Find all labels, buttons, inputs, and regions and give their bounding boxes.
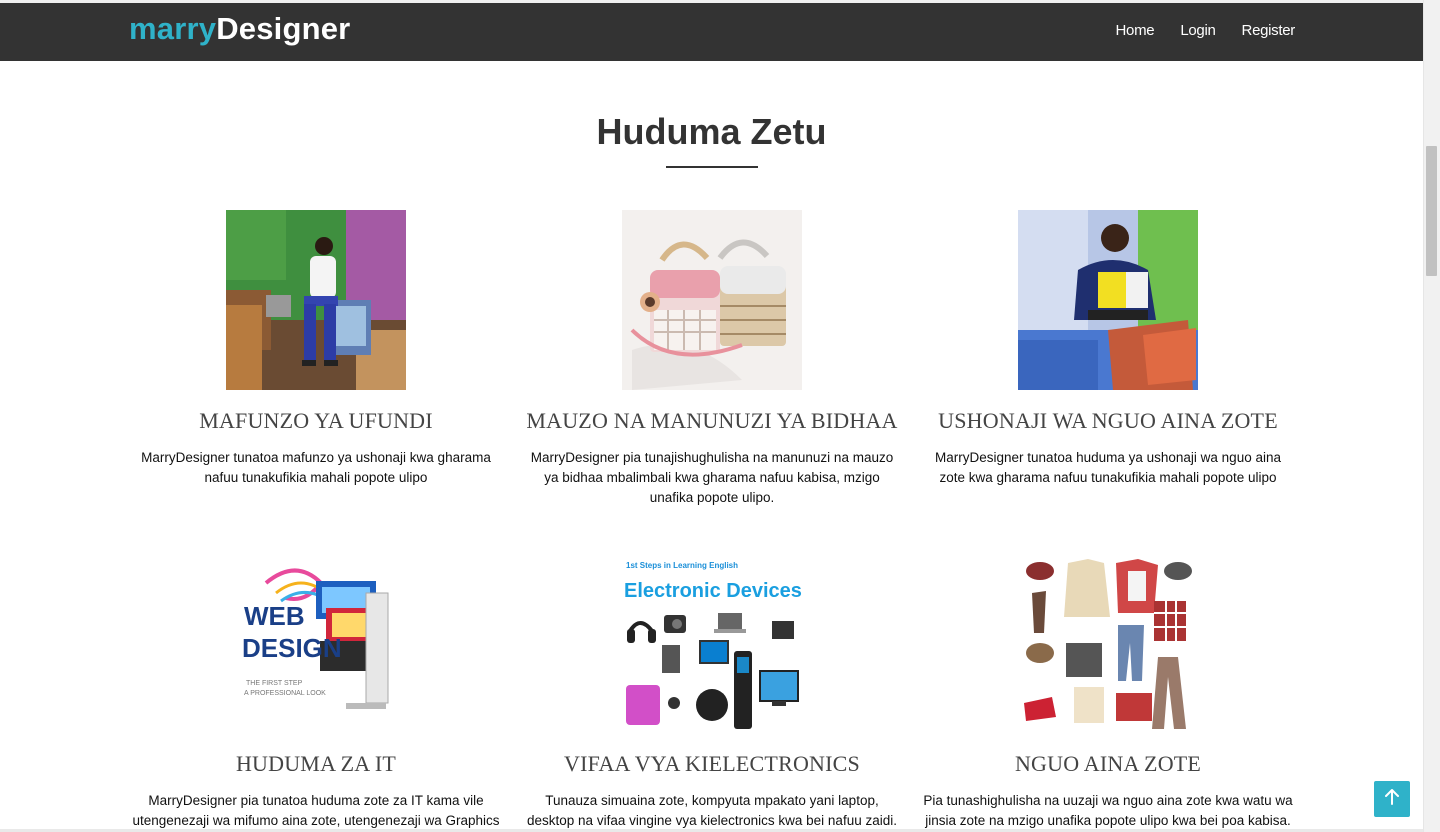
- fashion-model-image: [1018, 210, 1198, 390]
- handbag-image: [622, 210, 802, 390]
- service-card-tailoring: USHONAJI WA NGUO AINA ZOTE MarryDesigner…: [918, 210, 1298, 488]
- service-description: MarryDesigner tunatoa huduma ya ushonaji…: [935, 450, 1281, 485]
- nav-login-link[interactable]: Login: [1180, 22, 1216, 39]
- service-description: MarryDesigner pia tunajishughulisha na m…: [530, 450, 894, 505]
- tailoring-workshop-image: [226, 210, 406, 390]
- service-title: HUDUMA ZA IT: [235, 751, 397, 776]
- top-navbar: marryDesigner Home Login Register: [0, 3, 1423, 61]
- service-card-trade: MAUZO NA MANUNUZI YA BIDHAA MarryDesigne…: [522, 210, 902, 508]
- service-description: MarryDesigner tunatoa mafunzo ya ushonaj…: [141, 450, 491, 485]
- scrollbar-thumb[interactable]: [1426, 146, 1437, 276]
- svg-text:WEB: WEB: [244, 601, 305, 631]
- service-description: MarryDesigner pia tunatoa huduma zote za…: [132, 793, 500, 828]
- clothing-items-image: [1018, 553, 1198, 733]
- svg-text:DESIGN: DESIGN: [242, 633, 342, 663]
- brand-logo[interactable]: marryDesigner: [129, 11, 350, 47]
- service-card-training: MAFUNZO YA UFUNDI MarryDesigner tunatoa …: [126, 210, 506, 488]
- service-title: MAUZO NA MANUNUZI YA BIDHAA: [526, 408, 898, 433]
- service-card-clothing: NGUO AINA ZOTE Pia tunashighulisha na uu…: [918, 553, 1298, 831]
- service-title: NGUO AINA ZOTE: [1014, 751, 1202, 776]
- page-scrollbar[interactable]: [1423, 0, 1440, 832]
- nav-home-link[interactable]: Home: [1116, 22, 1155, 39]
- title-underline: [666, 166, 758, 168]
- service-description: Pia tunashighulisha na uuzaji wa nguo ai…: [923, 793, 1293, 828]
- service-card-electronics: 1st Steps in Learning English Electronic…: [522, 553, 902, 831]
- service-card-it: WEB DESIGN THE FIRST STEP A PROFESSIONAL…: [126, 553, 506, 831]
- svg-text:1st Steps in Learning English: 1st Steps in Learning English: [626, 561, 738, 570]
- service-title: VIFAA VYA KIELECTRONICS: [564, 751, 860, 776]
- nav-links: Home Login Register: [1090, 22, 1296, 39]
- svg-text:THE FIRST STEP: THE FIRST STEP: [246, 680, 303, 687]
- svg-text:A PROFESSIONAL LOOK: A PROFESSIONAL LOOK: [244, 690, 326, 697]
- service-title: MAFUNZO YA UFUNDI: [199, 408, 433, 433]
- web-design-image: WEB DESIGN THE FIRST STEP A PROFESSIONAL…: [226, 553, 406, 733]
- electronic-devices-image: 1st Steps in Learning English Electronic…: [622, 553, 802, 733]
- service-title: USHONAJI WA NGUO AINA ZOTE: [938, 408, 1278, 433]
- section-title: Huduma Zetu: [596, 111, 827, 152]
- svg-text:Electronic Devices: Electronic Devices: [624, 580, 802, 602]
- nav-register-link[interactable]: Register: [1242, 22, 1296, 39]
- service-description: Tunauza simuaina zote, kompyuta mpakato …: [527, 793, 897, 828]
- arrow-up-icon: [1385, 788, 1399, 810]
- back-to-top-button[interactable]: [1374, 781, 1410, 817]
